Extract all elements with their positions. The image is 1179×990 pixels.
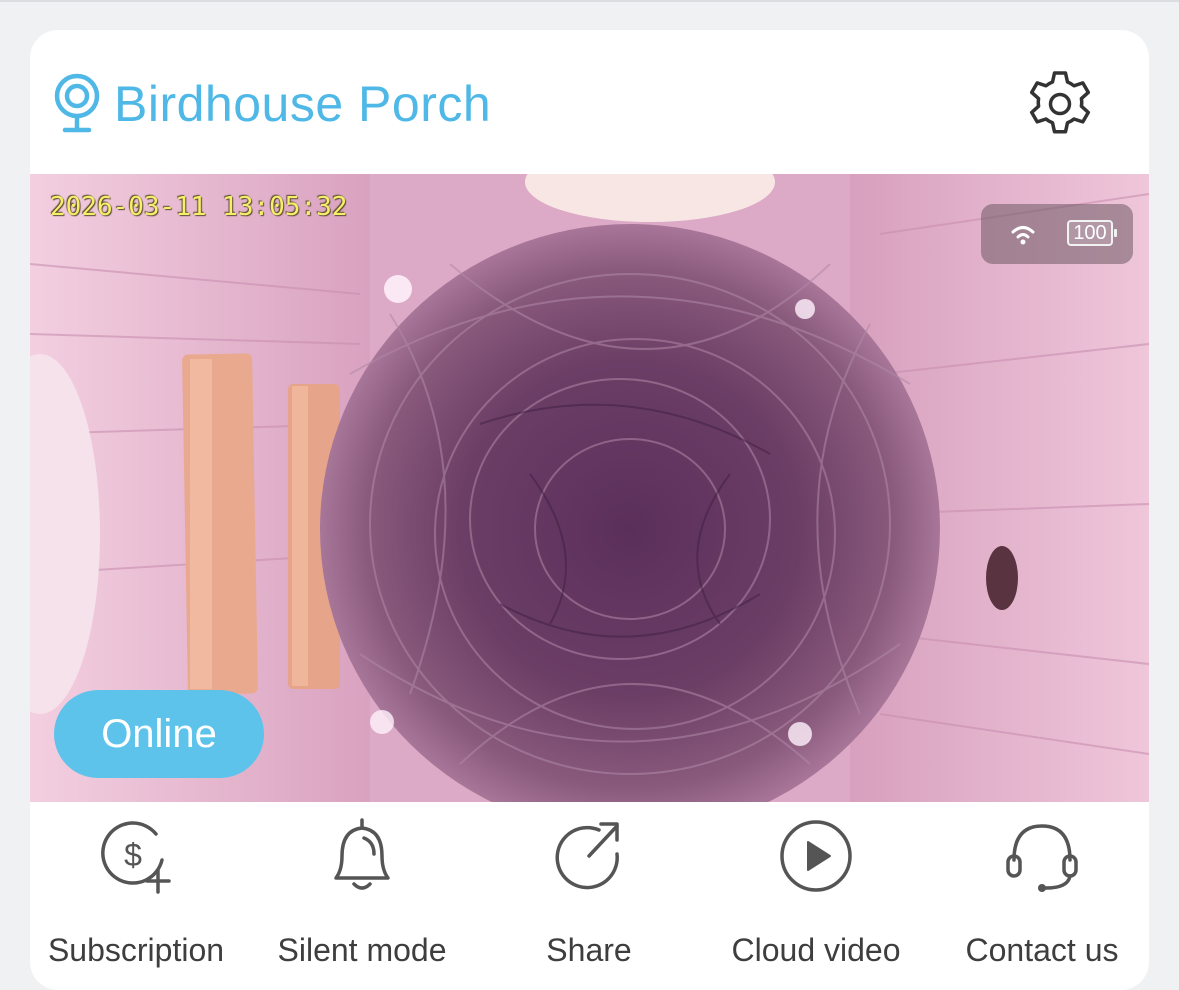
- subscription-label: Subscription: [47, 932, 225, 968]
- webcam-icon: [54, 73, 100, 133]
- cloud-video-button[interactable]: Cloud video: [706, 802, 926, 972]
- dollar-plus-icon: $: [101, 821, 171, 894]
- battery-indicator: 100: [1067, 220, 1117, 246]
- contact-us-label: Contact us: [965, 932, 1119, 968]
- play-circle-icon: [780, 820, 852, 892]
- wifi-icon: [1011, 226, 1035, 245]
- camera-card: Birdhouse Porch 2026-03-11 13:05:32 100 …: [30, 30, 1149, 990]
- svg-text:$: $: [124, 837, 142, 873]
- card-header: Birdhouse Porch: [30, 30, 1149, 174]
- cloud-video-label: Cloud video: [731, 932, 901, 968]
- gear-icon[interactable]: [1024, 68, 1096, 140]
- video-timestamp: 2026-03-11 13:05:32: [50, 192, 348, 222]
- action-toolbar: $ Subscription Silent mode Share Cloud v…: [30, 802, 1149, 990]
- share-label: Share: [546, 932, 632, 968]
- silent-mode-button[interactable]: Silent mode: [252, 802, 472, 972]
- top-divider: [0, 0, 1179, 2]
- share-icon: [555, 822, 619, 890]
- silent-mode-label: Silent mode: [277, 932, 447, 968]
- live-video-feed[interactable]: 2026-03-11 13:05:32 100 Online: [30, 174, 1149, 802]
- bell-icon: [334, 818, 390, 890]
- subscription-button[interactable]: $ Subscription: [30, 802, 246, 972]
- device-title: Birdhouse Porch: [114, 76, 492, 132]
- contact-us-button[interactable]: Contact us: [932, 802, 1149, 972]
- share-button[interactable]: Share: [479, 802, 699, 972]
- online-status-badge: Online: [54, 690, 264, 778]
- headset-icon: [1006, 824, 1078, 892]
- connection-status-pill: 100: [981, 204, 1133, 264]
